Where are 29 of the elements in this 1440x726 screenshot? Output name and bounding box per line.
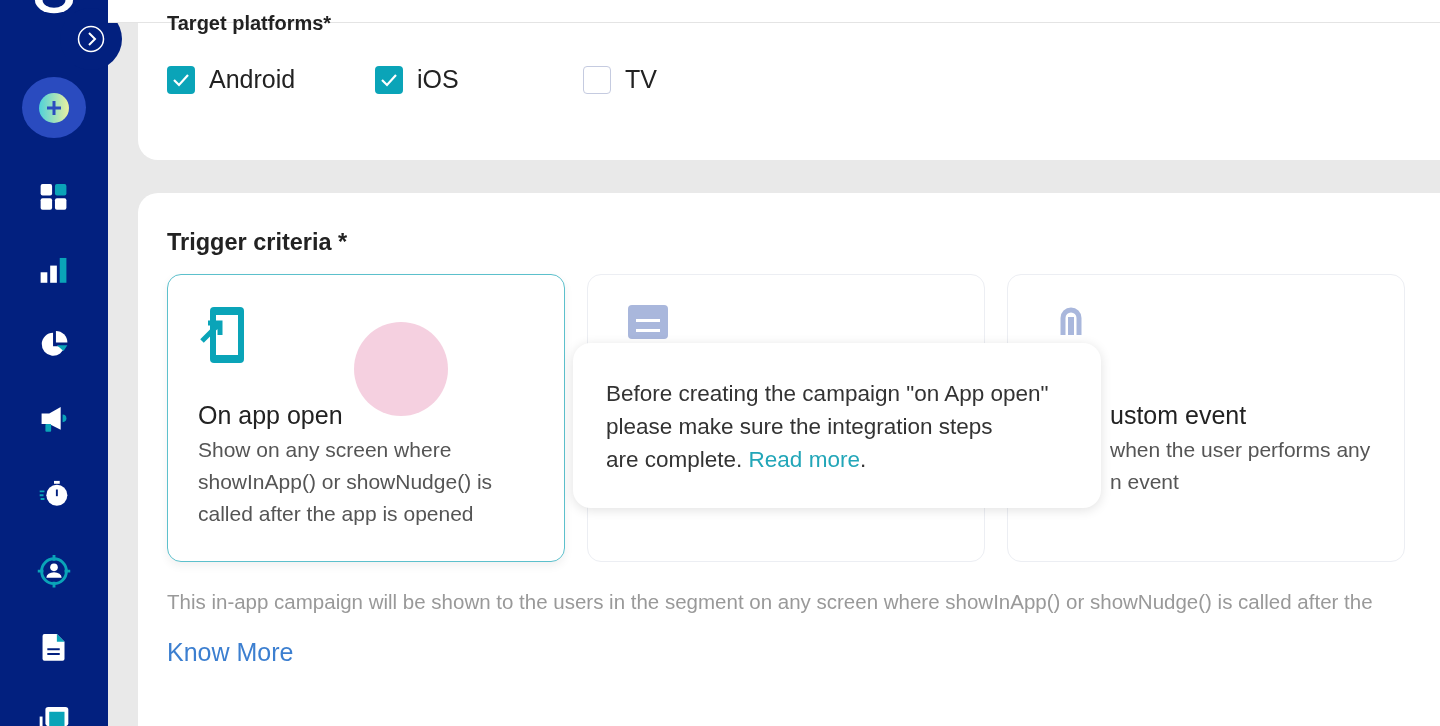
section-title: Trigger criteria * <box>167 228 349 256</box>
checkbox[interactable] <box>375 65 403 94</box>
dashboard-icon[interactable] <box>40 184 68 212</box>
stopwatch-icon[interactable] <box>39 479 69 508</box>
info-text: This in-app campaign will be shown to the users in the segment on any screen where showInApp() or showNudge() is called after the <box>167 589 1374 614</box>
avatar-icon[interactable] <box>32 0 76 16</box>
check-icon <box>380 72 398 87</box>
option-description: when the user performs any n event <box>1109 436 1372 495</box>
screen-icon <box>628 304 668 339</box>
section-title: Target platforms* <box>167 12 333 35</box>
checkbox[interactable] <box>583 65 611 94</box>
option-description: Show on any screen where showInApp() or showNudge() is called after the app is opened <box>198 436 494 527</box>
screen-list-icon[interactable] <box>39 706 69 726</box>
plus-icon <box>39 92 69 123</box>
user-target-icon[interactable] <box>36 553 72 589</box>
checkbox[interactable] <box>167 65 195 94</box>
pie-chart-icon[interactable] <box>39 329 69 359</box>
megaphone-icon[interactable] <box>39 404 69 434</box>
check-icon <box>172 72 190 87</box>
trigger-option-card[interactable]: On app open Show on any screen where showInApp() or showNudge() is called after the app is opened <box>167 273 565 562</box>
option-title: ustom event <box>1109 400 1248 430</box>
bar-chart-icon[interactable] <box>40 257 68 284</box>
document-icon[interactable] <box>42 634 66 661</box>
checkbox-label: Android <box>209 65 296 94</box>
checkbox-label: iOS <box>417 65 459 94</box>
option-title: On app open <box>198 400 344 430</box>
know-more-link[interactable]: Know More <box>167 637 294 667</box>
phone-arrow-icon <box>198 304 246 365</box>
checkbox-label: TV <box>625 65 657 94</box>
